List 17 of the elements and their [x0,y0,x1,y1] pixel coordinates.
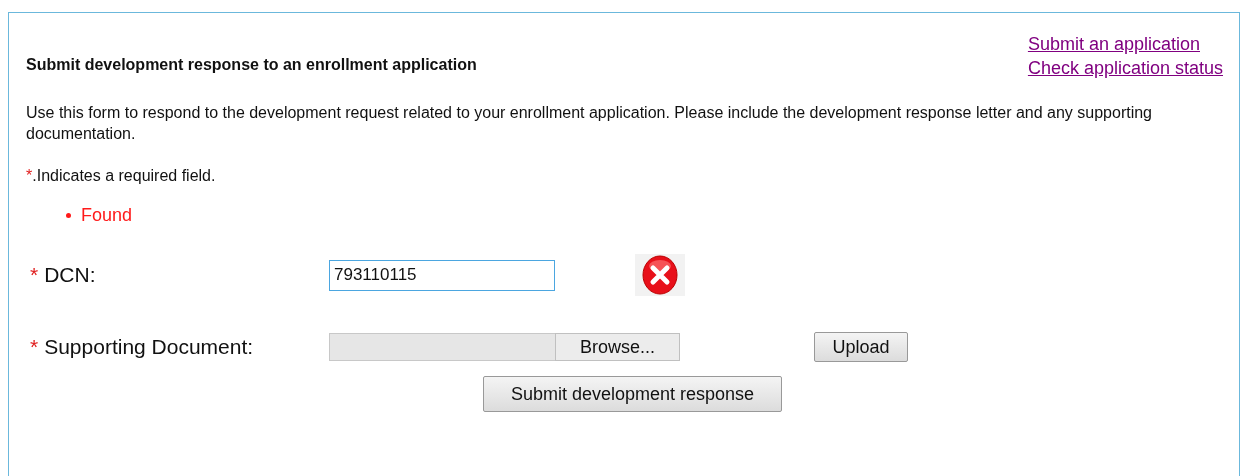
upload-button[interactable]: Upload [814,332,908,362]
nav-link[interactable]: Check application status [1027,56,1223,80]
dcn-input-field[interactable]: 793110115 [329,259,555,291]
form-title: Submit development response to an enrollment application [26,56,477,74]
field-label: Supporting Document: [44,335,254,359]
required-asterisk: * [26,167,33,185]
browse-button[interactable]: Browse... [555,333,680,361]
field-label: DCN: [44,263,96,287]
required-note: .Indicates a required field. [32,167,216,185]
form-description: Use this form to respond to the development request related to your enrollment application. Please include the development response letter and any supporting documentation. [26,103,1153,144]
nav-link[interactable]: Submit an application [1027,32,1200,56]
error-message: Found [81,205,133,226]
file-path-field[interactable] [329,333,555,361]
bullet-icon [66,213,71,218]
required-asterisk: * [30,263,39,287]
required-asterisk: * [30,335,39,359]
submit-button[interactable]: Submit development response [483,376,782,412]
